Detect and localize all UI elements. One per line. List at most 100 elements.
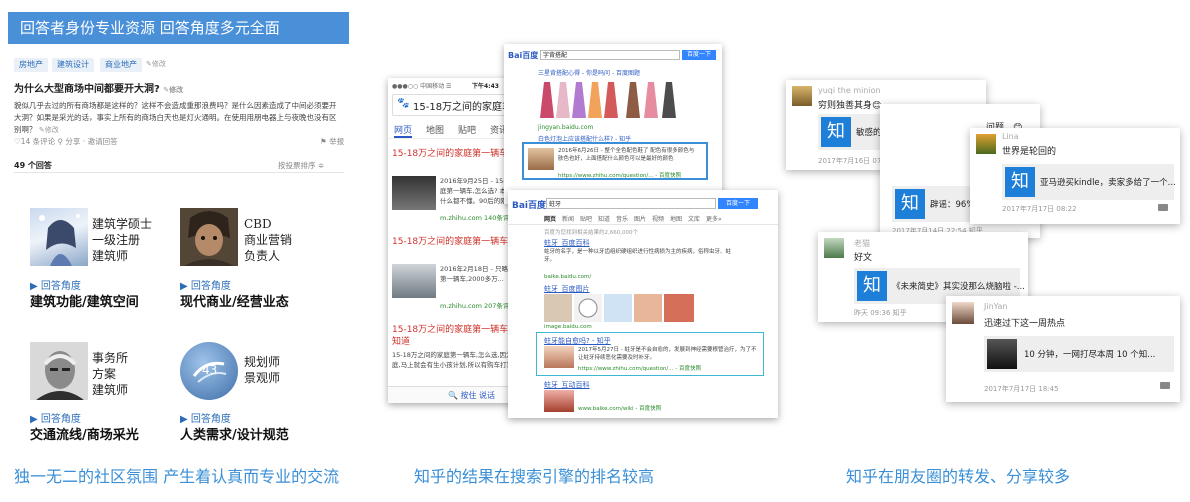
car-thumbnail bbox=[392, 176, 436, 210]
result-url: https://www.zhihu.com/question/... - 百度快… bbox=[578, 366, 702, 372]
answer-angle-link[interactable]: ▶ 回答角度 bbox=[30, 410, 81, 425]
status-carrier: ●●●○○ 中国移动 ☰ bbox=[392, 83, 452, 90]
dress-image-strip bbox=[538, 78, 688, 120]
shared-title: 10 分钟，一网打尽本周 10 个知... bbox=[1024, 350, 1156, 360]
result-thumbnail bbox=[544, 390, 574, 412]
moment-card[interactable]: Lina 世界是轮回的 知 亚马逊买kindle，卖家多给了一个... 2017… bbox=[970, 128, 1180, 224]
avatar: 43 bbox=[180, 342, 238, 400]
tab-map[interactable]: 地图 bbox=[426, 123, 444, 136]
tab-music[interactable]: 音乐 bbox=[616, 214, 628, 223]
result-title[interactable]: 蛀牙_互动百科 bbox=[544, 380, 590, 390]
caption-social-sharing: 知乎在朋友圈的转发、分享较多 bbox=[846, 467, 1071, 486]
baidu-logo: Bai百度 bbox=[512, 201, 547, 211]
tab-images[interactable]: 图片 bbox=[634, 214, 646, 223]
shared-title: 《未来简史》其实没那么烧脑啦 -... bbox=[892, 282, 1025, 292]
moment-text: 世界是轮回的 bbox=[1002, 147, 1057, 157]
role-line: 一级注册 bbox=[92, 233, 141, 247]
result-thumbnail bbox=[528, 148, 554, 170]
expert-roles: CBD 商业营销 负责人 bbox=[244, 216, 292, 264]
edit-body-link[interactable]: ✎修改 bbox=[39, 126, 59, 134]
result-title[interactable]: 三星背搭配心得 - 你是吗问 - 百度图题 bbox=[538, 68, 640, 77]
paw-icon: 🐾 bbox=[397, 98, 410, 109]
comment-icon[interactable] bbox=[1158, 204, 1168, 211]
zhihu-logo-icon: 知 bbox=[895, 189, 925, 219]
post-date: 2017年7月17日 18:45 bbox=[984, 385, 1059, 393]
dress-figures-icon bbox=[540, 82, 676, 118]
caption-search-ranking: 知乎的结果在搜索引擎的排名较高 bbox=[414, 467, 655, 486]
zhihu-logo-icon: 知 bbox=[1005, 167, 1035, 197]
question-meta[interactable]: ♡14 条评论 ⚲ 分享 · 邀请回答 bbox=[14, 136, 118, 147]
result-date: 2016年9月25日 - bbox=[440, 177, 493, 185]
tab-tieba[interactable]: 贴吧 bbox=[458, 123, 476, 136]
divider bbox=[14, 172, 344, 173]
result-url: image.baidu.com bbox=[544, 324, 592, 330]
tab-news[interactable]: 新闻 bbox=[562, 214, 574, 223]
voice-search-button[interactable]: 🔍 按住 说话 bbox=[448, 390, 495, 401]
question-body: 貌似几乎去过的所有商场都是这样的？这样不会造成重那浪费吗？是什么因素造成了中间必… bbox=[14, 100, 339, 136]
baidu-tabs: 网页 新闻 贴吧 知道 音乐 图片 视频 地图 文库 更多» bbox=[544, 214, 774, 224]
zhihu-logo-icon: 知 bbox=[821, 117, 851, 147]
child-portrait-avatar-icon bbox=[180, 208, 238, 266]
status-time: 下午4:43 bbox=[472, 83, 499, 90]
result-thumbnail bbox=[544, 346, 574, 368]
baidu-search-input[interactable]: 字背搭配 bbox=[540, 50, 680, 60]
avatar bbox=[30, 208, 88, 266]
moment-text: 穷则独善其身😊 bbox=[818, 101, 882, 111]
topic-tag[interactable]: 建筑设计 bbox=[52, 58, 94, 72]
result-snippet: 蛀牙的名字，是一种以牙齿组织硬组织进行性病损为主的疾病，俗称虫牙、蛀牙。 bbox=[544, 249, 732, 263]
zhihu-result-link[interactable]: 蛀牙能自愈吗? - 知乎 bbox=[544, 336, 611, 346]
comment-icon[interactable] bbox=[1160, 382, 1170, 389]
result-title[interactable]: 蛀牙_百度百科 bbox=[544, 238, 590, 248]
report-link[interactable]: ⚑ 举报 bbox=[320, 136, 344, 147]
planner-logo-avatar-icon: 43 bbox=[192, 361, 227, 383]
result-date: 2016年2月18日 - bbox=[440, 265, 493, 273]
result-url: jingyan.baidu.com bbox=[538, 124, 594, 131]
result-url: m.zhihu.com 140条评价 bbox=[440, 214, 516, 222]
baidu-search-button[interactable]: 百度一下 bbox=[718, 198, 758, 209]
result-title[interactable]: 蛀牙_百度图片 bbox=[544, 284, 590, 294]
tab-web[interactable]: 网页 bbox=[544, 214, 556, 223]
article-thumbnail bbox=[987, 339, 1017, 369]
baidu-search-input[interactable]: 蛀牙 bbox=[546, 198, 716, 209]
tab-video[interactable]: 视频 bbox=[652, 214, 664, 223]
user-name[interactable]: 老猫 bbox=[854, 238, 870, 249]
role-line: 建筑学硕士 bbox=[92, 217, 153, 231]
role-line: 方案 bbox=[92, 367, 117, 381]
tab-wenku[interactable]: 文库 bbox=[688, 214, 700, 223]
question-body-text: 貌似几乎去过的所有商场都是这样的？这样不会造成重那浪费吗？是什么因素造成了中间必… bbox=[14, 101, 337, 134]
community-panel: 回答者身份专业资源 回答角度多元全面 房地产 建筑设计 商业地产 ✎修改 为什么… bbox=[8, 12, 350, 457]
user-name[interactable]: Lina bbox=[1002, 132, 1019, 141]
answer-angle-link[interactable]: ▶ 回答角度 bbox=[30, 277, 81, 292]
shared-link[interactable]: 知 亚马逊买kindle，卖家多给了一个... bbox=[1002, 164, 1176, 200]
answer-angle-link[interactable]: ▶ 回答角度 bbox=[180, 410, 231, 425]
user-name[interactable]: yuqi the minion bbox=[818, 86, 881, 95]
tab-map[interactable]: 地图 bbox=[670, 214, 682, 223]
edit-tags-link[interactable]: ✎修改 bbox=[146, 59, 166, 69]
answer-angle-link[interactable]: ▶ 回答角度 bbox=[180, 277, 231, 292]
tab-more[interactable]: 更多» bbox=[706, 214, 722, 223]
shared-link[interactable]: 10 分钟，一网打尽本周 10 个知... bbox=[984, 336, 1174, 372]
answer-angle: 现代商业/经营业态 bbox=[180, 295, 289, 310]
topic-tag[interactable]: 商业地产 bbox=[100, 58, 142, 72]
expert-roles: 建筑学硕士 一级注册 建筑师 bbox=[92, 216, 152, 264]
role-line: 负责人 bbox=[244, 249, 281, 263]
tab-web[interactable]: 网页 bbox=[394, 123, 413, 138]
tooth-image-strip bbox=[544, 294, 694, 322]
topic-tag[interactable]: 房地产 bbox=[14, 58, 48, 72]
mobile-search-text: 15-18万之间的家庭车 bbox=[413, 102, 513, 113]
result-count: 百度为您找到相关结果约2,660,000个 bbox=[544, 230, 638, 236]
zhihu-result-snippet: 2017年5月27日 - 蛀牙是不会自愈的，发展到神经需要根管治疗，为了不让蛀牙… bbox=[578, 347, 757, 361]
tab-tieba[interactable]: 贴吧 bbox=[580, 214, 592, 223]
moment-card[interactable]: JinYan 迅速过下这一周热点 10 分钟，一网打尽本周 10 个知... 2… bbox=[946, 296, 1180, 402]
question-title[interactable]: 为什么大型商场中间都要开大洞? ✎修改 bbox=[14, 80, 183, 95]
baidu-desktop-screenshot-2: Bai百度 蛀牙 百度一下 网页 新闻 贴吧 知道 音乐 图片 视频 地图 文库… bbox=[508, 190, 778, 418]
edit-title-link[interactable]: ✎修改 bbox=[163, 86, 183, 94]
moment-text: 好文 bbox=[854, 253, 873, 263]
expert-roles: 事务所 方案 建筑师 bbox=[92, 350, 128, 398]
result-url: www.baike.com/wiki - 百度快照 bbox=[578, 406, 662, 412]
user-name[interactable]: JinYan bbox=[984, 302, 1007, 311]
sort-dropdown[interactable]: 按投票排序 ≑ bbox=[278, 160, 324, 171]
question-title-text: 为什么大型商场中间都要开大洞? bbox=[14, 84, 160, 95]
baidu-search-button[interactable]: 百度一下 bbox=[682, 50, 716, 60]
tab-zhidao[interactable]: 知道 bbox=[598, 214, 610, 223]
